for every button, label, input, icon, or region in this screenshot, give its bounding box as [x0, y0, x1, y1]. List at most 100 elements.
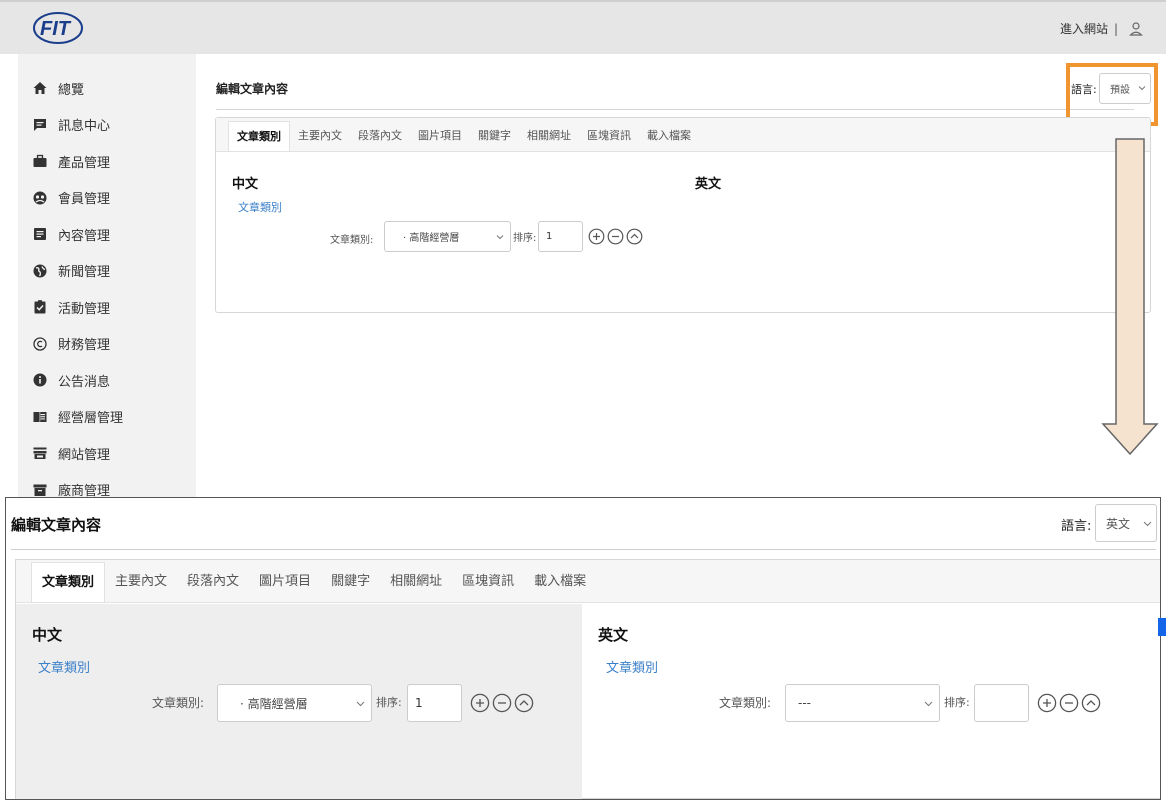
user-icon[interactable]: [1128, 21, 1144, 37]
sidebar: 總覽 訊息中心 產品管理 會員管理 內容管理 新聞管理 活動管理 財務管理 公告…: [18, 54, 196, 500]
chevron-up-circle-icon[interactable]: [626, 228, 643, 245]
sidebar-item-label: 網站管理: [58, 447, 111, 463]
zoom-english-category-label: 文章類別:: [719, 696, 772, 710]
chevron-down-icon: [924, 701, 933, 707]
zoom-english-category-select[interactable]: ---: [785, 684, 940, 722]
zoom-language-select[interactable]: 英文: [1095, 504, 1157, 542]
tab-load-files[interactable]: 載入檔案: [639, 121, 699, 151]
sidebar-item-announcements[interactable]: 公告消息: [18, 362, 196, 399]
tab-main-content[interactable]: 主要內文: [290, 121, 350, 151]
sidebar-item-label: 內容管理: [58, 228, 111, 244]
zoom-tab-block-info[interactable]: 區塊資訊: [452, 562, 524, 602]
sidebar-item-label: 總覽: [58, 82, 85, 98]
chinese-category-select[interactable]: · 高階經營層: [384, 221, 511, 252]
zoom-chinese-category-select[interactable]: · 高階經營層: [217, 684, 372, 722]
chevron-up-circle-icon[interactable]: [514, 693, 534, 713]
sidebar-item-vendors[interactable]: 廠商管理: [18, 472, 196, 501]
sidebar-item-members[interactable]: 會員管理: [18, 180, 196, 217]
zoom-english-category-value: ---: [798, 696, 811, 710]
member-icon: [32, 190, 48, 206]
tab-paragraph-content[interactable]: 段落內文: [350, 121, 410, 151]
logo-text: FIT: [40, 18, 72, 40]
home-icon: [32, 80, 48, 96]
zoom-chinese-category-label: 文章類別:: [152, 696, 205, 710]
sidebar-item-label: 經營層管理: [58, 411, 124, 427]
zoom-tab-paragraph-content[interactable]: 段落內文: [177, 562, 249, 602]
chinese-category-link[interactable]: 文章類別: [238, 199, 282, 215]
tab-article-category[interactable]: 文章類別: [228, 121, 290, 151]
sidebar-item-events[interactable]: 活動管理: [18, 289, 196, 326]
zoom-tab-related-urls[interactable]: 相關網址: [380, 562, 452, 602]
store-icon: [32, 445, 48, 461]
tab-block-info[interactable]: 區塊資訊: [579, 121, 639, 151]
tab-keywords[interactable]: 關鍵字: [470, 121, 519, 151]
sidebar-item-overview[interactable]: 總覽: [18, 70, 196, 107]
sidebar-item-website[interactable]: 網站管理: [18, 435, 196, 472]
chevron-up-circle-icon[interactable]: [1081, 693, 1101, 713]
sidebar-item-label: 活動管理: [58, 301, 111, 317]
zoom-page-title: 編輯文章內容: [11, 516, 102, 534]
sidebar-item-finance[interactable]: 財務管理: [18, 326, 196, 363]
chinese-order-input[interactable]: 1: [538, 221, 583, 252]
zoom-chinese-order-value: 1: [415, 696, 423, 710]
book-icon: [32, 409, 48, 425]
plus-circle-icon[interactable]: [470, 693, 490, 713]
zoom-tab-bar: 文章類別 主要內文 段落內文 圖片項目 關鍵字 相關網址 區塊資訊 載入檔案: [16, 560, 1160, 603]
plus-circle-icon[interactable]: [1037, 693, 1057, 713]
chinese-order-value: 1: [546, 231, 553, 242]
sidebar-item-content[interactable]: 內容管理: [18, 216, 196, 253]
sidebar-item-products[interactable]: 產品管理: [18, 143, 196, 180]
sidebar-item-messages[interactable]: 訊息中心: [18, 107, 196, 144]
title-divider: [216, 109, 1134, 110]
tab-related-urls[interactable]: 相關網址: [519, 121, 579, 151]
sidebar-item-label: 財務管理: [58, 338, 111, 354]
minus-circle-icon[interactable]: [607, 228, 624, 245]
sidebar-item-news[interactable]: 新聞管理: [18, 253, 196, 290]
sidebar-item-management[interactable]: 經營層管理: [18, 399, 196, 436]
chevron-down-icon: [496, 235, 504, 240]
enter-site-link[interactable]: 進入網站: [1060, 20, 1108, 37]
zoom-chinese-order-input[interactable]: 1: [407, 684, 462, 722]
sidebar-item-label: 會員管理: [58, 192, 111, 208]
info-icon: [32, 372, 48, 388]
minus-circle-icon[interactable]: [492, 693, 512, 713]
english-heading: 英文: [695, 177, 722, 192]
chinese-heading: 中文: [232, 177, 259, 192]
zoom-tab-keywords[interactable]: 關鍵字: [321, 562, 380, 602]
zoom-chinese-heading: 中文: [32, 626, 63, 644]
sidebar-item-label: 公告消息: [58, 374, 111, 390]
zoom-chinese-order-controls: [470, 693, 534, 713]
copyright-icon: [32, 336, 48, 352]
zoom-language-label: 語言:: [1061, 519, 1092, 534]
fit-logo-icon[interactable]: FIT: [32, 10, 88, 46]
sidebar-item-label: 訊息中心: [58, 119, 111, 135]
archive-icon: [32, 482, 48, 498]
top-bar: FIT 進入網站 |: [0, 0, 1166, 54]
zoom-chinese-order-label: 排序:: [376, 696, 402, 709]
zoom-english-order-input[interactable]: [974, 684, 1029, 722]
zoom-chinese-category-value: · 高階經營層: [240, 696, 308, 711]
zoom-english-category-link[interactable]: 文章類別: [606, 657, 658, 676]
page-title: 編輯文章內容: [216, 82, 289, 96]
chevron-down-icon: [1143, 521, 1152, 527]
chinese-category-label: 文章類別:: [330, 235, 374, 246]
zoom-language-value: 英文: [1106, 516, 1131, 531]
tab-image-items[interactable]: 圖片項目: [410, 121, 470, 151]
document-icon: [32, 226, 48, 242]
minus-circle-icon[interactable]: [1059, 693, 1079, 713]
sidebar-item-label: 新聞管理: [58, 265, 111, 281]
zoomed-editor-view: 編輯文章內容 語言: 英文 文章類別 主要內文 段落內文 圖片項目 關鍵字 相關…: [5, 497, 1161, 800]
chevron-down-icon: [356, 701, 365, 707]
zoom-tab-load-files[interactable]: 載入檔案: [524, 562, 596, 602]
plus-circle-icon[interactable]: [588, 228, 605, 245]
chinese-order-label: 排序:: [513, 233, 537, 244]
globe-icon: [32, 263, 48, 279]
zoom-chinese-category-link[interactable]: 文章類別: [38, 657, 90, 676]
zoom-tab-image-items[interactable]: 圖片項目: [249, 562, 321, 602]
sidebar-item-label: 產品管理: [58, 155, 111, 171]
zoom-title-divider: [11, 549, 1156, 550]
topbar-actions: 進入網站 |: [1060, 20, 1144, 37]
zoom-tab-article-category[interactable]: 文章類別: [31, 562, 106, 602]
zoom-tab-main-content[interactable]: 主要內文: [105, 562, 177, 602]
header-separator: |: [1113, 21, 1118, 36]
